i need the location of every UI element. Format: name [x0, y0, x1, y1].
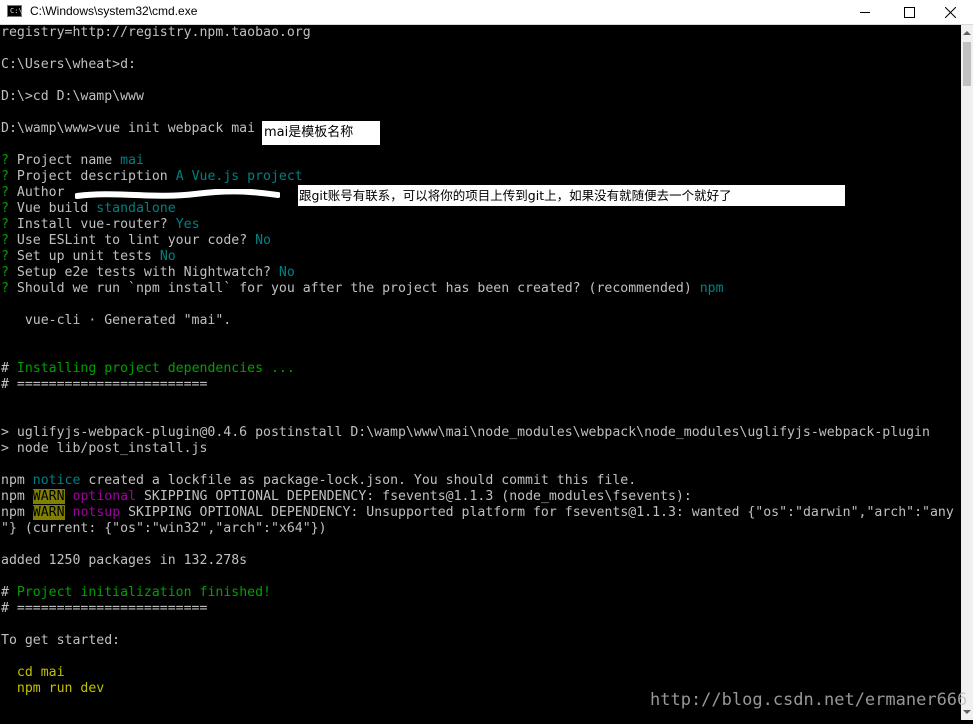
console-line: cd mai: [1, 665, 65, 680]
prompt-e2e-tests: ? Setup e2e tests with Nightwatch? No: [1, 265, 295, 281]
maximize-button[interactable]: [886, 0, 932, 24]
console-line: npm WARN optional SKIPPING OPTIONAL DEPE…: [1, 489, 692, 505]
prompt-vue-build: ? Vue build standalone: [1, 201, 176, 217]
title-bar: C:\ C:\Windows\system32\cmd.exe: [0, 0, 973, 25]
console-line: "} (current: {"os":"win32","arch":"x64"}…: [1, 521, 327, 536]
console-line: registry=http://registry.npm.taobao.org: [1, 25, 311, 40]
prompt-value: No: [278, 265, 295, 280]
prompt-label: Project description: [8, 169, 176, 184]
prompt-value: No: [255, 233, 271, 248]
arrow-up-icon: [963, 31, 971, 35]
hash-mark: #: [1, 361, 9, 376]
warn-tag: WARN: [32, 505, 65, 520]
console-line: > uglifyjs-webpack-plugin@0.4.6 postinst…: [1, 425, 930, 440]
prompt-unit-tests: ? Set up unit tests No: [1, 249, 176, 265]
prompt-label: Set up unit tests: [8, 249, 160, 264]
question-mark: ?: [1, 217, 9, 232]
console-line: # ========================: [1, 377, 208, 392]
vertical-scrollbar[interactable]: [961, 25, 973, 720]
question-mark: ?: [1, 153, 9, 168]
prompt-project-name: ? Project name mai: [1, 153, 144, 169]
prompt-project-description: ? Project description A Vue.js project: [1, 169, 303, 185]
prompt-value: standalone: [96, 201, 176, 216]
console-line: vue-cli · Generated "mai".: [1, 313, 232, 328]
console-line: npm notice created a lockfile as package…: [1, 473, 636, 489]
question-mark: ?: [1, 169, 9, 184]
log-text: created a lockfile as package-lock.json.…: [80, 473, 637, 488]
prompt-label: Should we run `npm install` for you afte…: [8, 281, 700, 296]
prompt-eslint: ? Use ESLint to lint your code? No: [1, 233, 271, 249]
prompt-value: A Vue.js project: [175, 169, 303, 184]
console-line: > node lib/post_install.js: [1, 441, 208, 456]
console-line: To get started:: [1, 633, 121, 648]
prompt-label: Setup e2e tests with Nightwatch?: [8, 265, 279, 280]
log-text: SKIPPING OPTIONAL DEPENDENCY: fsevents@1…: [136, 489, 692, 504]
npm-prefix: npm: [1, 505, 25, 520]
prompt-label: Vue build: [8, 201, 97, 216]
close-button[interactable]: [927, 0, 973, 24]
question-mark: ?: [1, 201, 9, 216]
cmd-icon: C:\: [7, 5, 23, 17]
optional-tag: optional: [72, 489, 137, 504]
console-line: C:\Users\wheat>d:: [1, 57, 136, 72]
question-mark: ?: [1, 233, 9, 248]
npm-prefix: npm: [1, 473, 25, 488]
prompt-npm-install: ? Should we run `npm install` for you af…: [1, 281, 724, 297]
console-line: # Installing project dependencies ...: [1, 361, 295, 377]
notsup-tag: notsup: [72, 505, 121, 520]
cmd-icon-text: C:\: [10, 7, 23, 15]
prompt-label: Use ESLint to lint your code?: [8, 233, 256, 248]
finished-heading: Project initialization finished!: [8, 585, 271, 600]
notice-tag: notice: [32, 473, 81, 488]
template-name-annotation: mai是模板名称: [262, 121, 380, 145]
prompt-value: No: [159, 249, 176, 264]
minimize-button[interactable]: [842, 0, 888, 24]
minimize-icon: [860, 12, 870, 13]
maximize-icon: [904, 7, 915, 18]
console-line: npm run dev: [1, 681, 105, 696]
npm-prefix: npm: [1, 489, 25, 504]
scrollbar-thumb[interactable]: [963, 42, 971, 86]
question-mark: ?: [1, 185, 9, 200]
author-redaction-scribble: [75, 189, 280, 199]
prompt-value: mai: [120, 153, 144, 168]
console-line: npm WARN notsup SKIPPING OPTIONAL DEPEND…: [1, 505, 954, 521]
scroll-up-button[interactable]: [961, 25, 973, 41]
question-mark: ?: [1, 249, 9, 264]
installing-heading: Installing project dependencies ...: [8, 361, 295, 376]
prompt-value: npm: [699, 281, 724, 296]
prompt-vue-router: ? Install vue-router? Yes: [1, 217, 200, 233]
console-line: D:\wamp\www>vue init webpack mai: [1, 121, 256, 136]
prompt-label: Install vue-router?: [8, 217, 176, 232]
console-line: added 1250 packages in 132.278s: [1, 553, 248, 568]
console-line: D:\>cd D:\wamp\www: [1, 89, 144, 104]
log-text: SKIPPING OPTIONAL DEPENDENCY: Unsupporte…: [120, 505, 954, 520]
window-title: C:\Windows\system32\cmd.exe: [30, 4, 198, 18]
author-annotation: 跟git账号有联系，可以将你的项目上传到git上，如果没有就随便去一个就好了: [298, 185, 845, 206]
console-line: # Project initialization finished!: [1, 585, 271, 601]
prompt-label: Author: [8, 185, 73, 200]
console-output[interactable]: registry=http://registry.npm.taobao.org …: [0, 25, 961, 720]
question-mark: ?: [1, 281, 9, 296]
prompt-value: Yes: [175, 217, 200, 232]
hash-mark: #: [1, 585, 9, 600]
prompt-author: ? Author: [1, 185, 72, 201]
watermark: http://blog.csdn.net/ermaner666: [650, 690, 968, 710]
console-line: # ========================: [1, 601, 208, 616]
close-icon: [945, 7, 956, 18]
warn-tag: WARN: [32, 489, 65, 504]
question-mark: ?: [1, 265, 9, 280]
prompt-label: Project name: [8, 153, 121, 168]
